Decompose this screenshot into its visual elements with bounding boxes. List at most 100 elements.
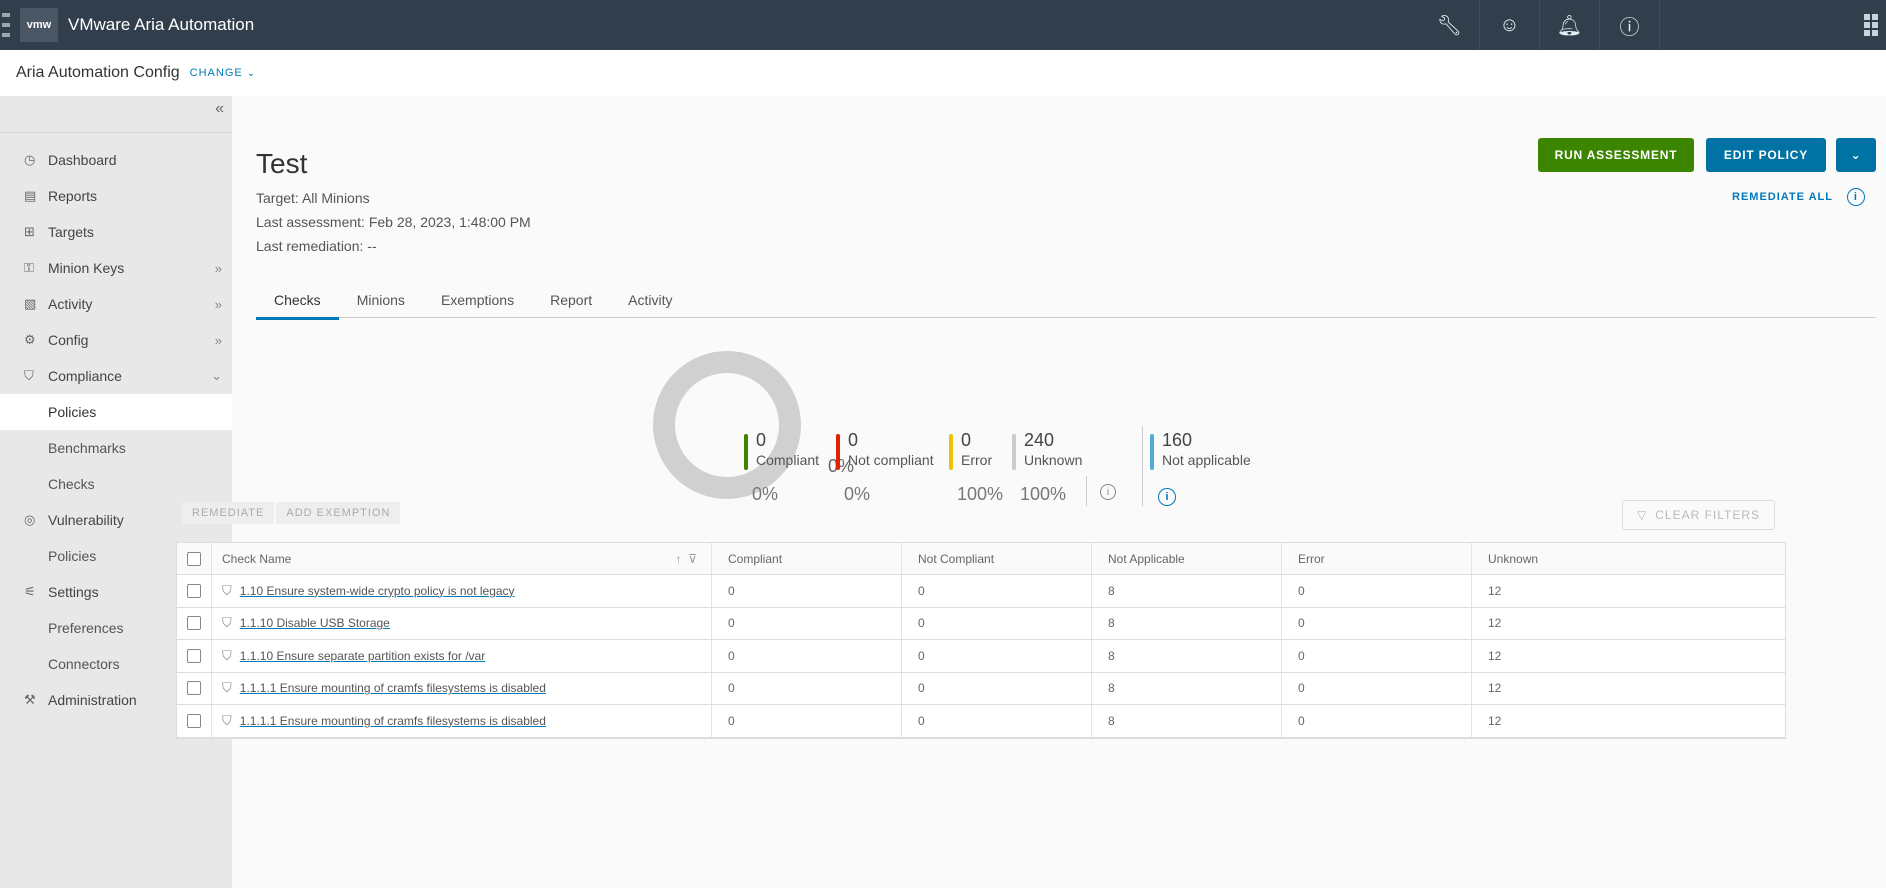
column-check-name[interactable]: Check Name ↑ ⊽ [211,543,711,574]
sidebar-item-policies[interactable]: Policies [0,394,232,430]
table-row: ⛉ 1.1.1.1 Ensure mounting of cramfs files… [177,705,1785,738]
column-not-applicable[interactable]: Not Applicable [1091,543,1281,574]
check-name-link[interactable]: 1.10 Ensure system-wide crypto policy is… [240,584,515,598]
dashboard-icon: ◷ [24,152,36,167]
top-bar: vmw VMware Aria Automation 🔧︎ ☺ 🔔︎ ⓘ [0,0,1886,50]
sidebar-item-label: Checks [48,476,95,492]
collapse-sidebar-icon[interactable]: « [215,100,224,118]
expand-chevron-icon[interactable]: ⌄ [211,368,222,384]
chevron-down-icon[interactable]: ⌄ [247,68,255,79]
expand-chevron-icon[interactable]: » [215,261,222,276]
clear-filters-button[interactable]: ▽ CLEAR FILTERS [1622,500,1776,530]
apps-grid-icon[interactable] [1864,14,1878,36]
select-all-checkbox[interactable] [187,551,201,566]
tab-report[interactable]: Report [532,288,610,318]
remediate-button[interactable]: REMEDIATE [182,502,275,524]
tab-minions[interactable]: Minions [339,288,423,318]
stats-info-icon[interactable]: i [1100,484,1116,500]
check-name-link[interactable]: 1.1.10 Ensure separate partition exists … [240,649,485,663]
cell-not-compliant: 0 [901,640,1091,672]
stat-error[interactable]: 0 Error 100% [949,430,1003,505]
info-icon[interactable]: i [1158,488,1176,506]
cell-not-applicable: 8 [1091,575,1281,607]
vmware-logo: vmw [20,8,58,42]
app-switcher-icon[interactable] [2,10,20,40]
row-checkbox[interactable] [187,648,201,663]
sidebar-item-activity[interactable]: ▧ Activity » [0,286,232,322]
reports-icon: ▤ [24,188,37,203]
smiley-icon[interactable]: ☺ [1480,0,1540,50]
stat-not-applicable[interactable]: 160 Not applicable i [1150,430,1251,506]
tab-checks[interactable]: Checks [256,288,339,320]
edit-policy-button[interactable]: EDIT POLICY [1706,138,1826,172]
tab-activity[interactable]: Activity [610,288,690,318]
sidebar-item-config[interactable]: ⚙ Config » [0,322,232,358]
cell-unknown: 12 [1471,575,1661,607]
filter-icon: ▽ [1637,508,1648,522]
sidebar-item-checks[interactable]: Checks [0,466,232,502]
sort-arrow-icon[interactable]: ↑ [676,552,682,566]
cell-not-compliant: 0 [901,672,1091,704]
vulnerability-icon: ◎ [24,512,36,527]
check-name-link[interactable]: 1.1.1.1 Ensure mounting of cramfs filesy… [240,681,546,695]
stat-compliant[interactable]: 0 Compliant 0% [744,430,819,505]
tab-exemptions[interactable]: Exemptions [423,288,532,318]
column-not-compliant[interactable]: Not Compliant [901,543,1091,574]
sidebar-item-targets[interactable]: ⊞ Targets [0,214,232,250]
column-label: Check Name [222,551,292,566]
stat-not-compliant[interactable]: 0 Not compliant 0% [836,430,934,505]
remediate-all-label: REMEDIATE ALL [1732,191,1833,203]
stat-unknown[interactable]: 240 Unknown 100% [1012,430,1082,505]
run-assessment-button[interactable]: RUN ASSESSMENT [1538,138,1694,172]
stats-divider [1142,426,1143,506]
table-row: ⛉ 1.1.10 Disable USB Storage 0 0 8 0 12 [177,607,1785,640]
column-compliant[interactable]: Compliant [711,543,901,574]
sidebar-item-compliance[interactable]: ⛉ Compliance ⌄ [0,358,232,394]
sidebar-item-reports[interactable]: ▤ Reports [0,178,232,214]
more-actions-dropdown[interactable]: ⌄ [1836,138,1876,172]
sidebar-item-label: Benchmarks [48,440,126,456]
sidebar: « ◷ Dashboard ▤ Reports ⊞ Targets ⚿ Minion Keys… [0,96,232,888]
sidebar-item-benchmarks[interactable]: Benchmarks [0,430,232,466]
row-checkbox[interactable] [187,681,201,696]
info-icon[interactable]: i [1846,188,1865,206]
cell-not-applicable: 8 [1091,672,1281,704]
stat-label: Unknown [1024,452,1083,468]
shield-icon: ⛉ [222,647,232,663]
cell-not-applicable: 8 [1091,640,1281,672]
stat-percentage: 0% [752,484,779,504]
column-unknown[interactable]: Unknown [1471,543,1661,574]
help-icon[interactable]: ⓘ [1600,0,1660,50]
sidebar-item-minion-keys[interactable]: ⚿ Minion Keys » [0,250,232,286]
sidebar-item-label: Targets [48,224,94,240]
filter-icon[interactable]: ⊽ [688,552,697,566]
stat-count: 0 [756,430,767,450]
bell-icon[interactable]: 🔔︎ [1540,0,1600,50]
sidebar-item-label: Reports [48,188,98,204]
change-button[interactable]: CHANGE [190,67,243,79]
target-label: Target: [256,190,299,206]
row-checkbox[interactable] [187,583,201,598]
stat-percentage: 100% [957,484,1004,504]
remediate-all-link[interactable]: REMEDIATE ALL i [1732,188,1865,206]
sidebar-item-dashboard[interactable]: ◷ Dashboard [0,142,232,178]
stat-count: 160 [1162,430,1193,450]
check-name-link[interactable]: 1.1.1.1 Ensure mounting of cramfs filesy… [240,714,546,728]
check-name-link[interactable]: 1.1.10 Disable USB Storage [240,616,390,630]
expand-chevron-icon[interactable]: » [215,297,222,312]
expand-chevron-icon[interactable]: » [215,333,222,348]
shield-icon: ⛉ [222,582,232,598]
target-info: Target: All Minions [256,190,370,206]
column-error[interactable]: Error [1281,543,1471,574]
add-exemption-button[interactable]: ADD EXEMPTION [276,502,401,524]
settings-icon: ⚟ [24,584,36,599]
row-checkbox[interactable] [187,616,201,631]
cell-not-compliant: 0 [901,705,1091,737]
wrench-icon[interactable]: 🔧︎ [1420,0,1480,50]
context-bar: Aria Automation Config CHANGE ⌄ [0,50,1886,96]
sidebar-item-label: Preferences [48,620,124,636]
row-checkbox[interactable] [187,713,201,728]
sidebar-item-label: Vulnerability [48,512,124,528]
activity-icon: ▧ [24,296,37,311]
sidebar-item-label: Policies [48,404,97,420]
